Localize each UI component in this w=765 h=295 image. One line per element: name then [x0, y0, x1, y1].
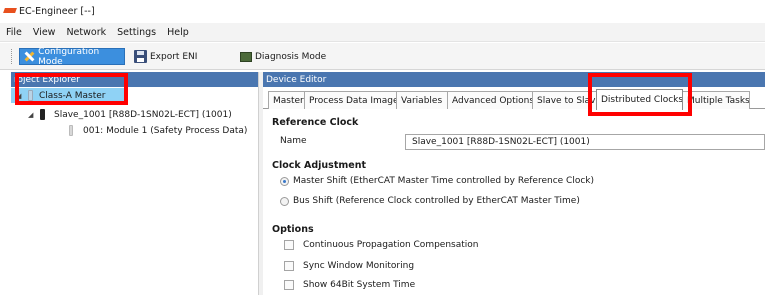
- configuration-tools-icon: [23, 50, 35, 63]
- diagnosis-mode-label: Diagnosis Mode: [255, 51, 327, 62]
- annotation-highlight-master: [15, 73, 128, 105]
- export-eni-button[interactable]: Export ENI: [131, 48, 200, 65]
- tab-multiple-tasks[interactable]: Multiple Tasks: [682, 91, 750, 109]
- menu-network[interactable]: Network: [66, 27, 106, 38]
- slave-node-icon: [40, 109, 45, 120]
- bus-shift-label: Bus Shift (Reference Clock controlled by…: [293, 196, 580, 206]
- distributed-clocks-panel: Reference Clock Name Slave_1001 [R88D-1S…: [263, 110, 765, 295]
- window-title: EC-Engineer [--]: [19, 5, 95, 17]
- module-node-icon: [69, 125, 73, 136]
- checkbox-icon[interactable]: [284, 261, 294, 271]
- diagnosis-mode-button[interactable]: Diagnosis Mode: [237, 48, 329, 65]
- checkbox-icon[interactable]: [284, 280, 294, 290]
- toolbar-grip: [11, 49, 14, 64]
- tree-item-slave-label: Slave_1001 [R88D-1SN02L-ECT] (1001): [54, 109, 232, 120]
- project-tree: ◢ Class-A Master ◢ Slave_1001 [R88D-1SN0…: [11, 88, 258, 295]
- toolbar: Configuration Mode Export ENI Diagnosis …: [0, 43, 765, 70]
- sync-window-label: Sync Window Monitoring: [303, 261, 415, 271]
- tab-variables[interactable]: Variables: [396, 91, 448, 109]
- bus-shift-option[interactable]: Bus Shift (Reference Clock controlled by…: [280, 196, 580, 206]
- configuration-mode-label: Configuration Mode: [38, 46, 100, 67]
- menu-help[interactable]: Help: [167, 27, 189, 38]
- export-eni-label: Export ENI: [150, 51, 198, 62]
- clock-adjustment-heading: Clock Adjustment: [272, 160, 367, 171]
- collapse-arrow-icon[interactable]: ◢: [28, 111, 36, 119]
- name-label: Name: [280, 136, 307, 146]
- continuous-propagation-option[interactable]: Continuous Propagation Compensation: [284, 240, 478, 250]
- diagnosis-monitor-icon: [240, 51, 252, 62]
- menu-settings[interactable]: Settings: [117, 27, 156, 38]
- tree-item-module-label: 001: Module 1 (Safety Process Data): [83, 125, 248, 136]
- checkbox-icon[interactable]: [284, 240, 294, 250]
- sync-window-option[interactable]: Sync Window Monitoring: [284, 261, 414, 271]
- menu-view[interactable]: View: [33, 27, 56, 38]
- title-bar: EC-Engineer [--]: [0, 0, 765, 22]
- show-64bit-option[interactable]: Show 64Bit System Time: [284, 280, 415, 290]
- save-disk-icon: [134, 50, 147, 63]
- continuous-propagation-label: Continuous Propagation Compensation: [303, 240, 479, 250]
- tree-item-module[interactable]: 001: Module 1 (Safety Process Data): [69, 123, 247, 138]
- radio-selected-icon[interactable]: [280, 176, 289, 186]
- master-shift-label: Master Shift (EtherCAT Master Time contr…: [293, 176, 595, 186]
- menu-file[interactable]: File: [6, 27, 22, 38]
- menu-bar: File View Network Settings Help: [0, 23, 765, 42]
- show-64bit-label: Show 64Bit System Time: [303, 280, 416, 290]
- tab-advanced-options[interactable]: Advanced Options: [447, 91, 533, 109]
- app-logo-icon: [4, 7, 16, 15]
- tab-distributed-clocks[interactable]: Distributed Clocks: [596, 89, 683, 110]
- reference-clock-name-field[interactable]: Slave_1001 [R88D-1SN02L-ECT] (1001): [405, 134, 765, 150]
- master-shift-option[interactable]: Master Shift (EtherCAT Master Time contr…: [280, 176, 594, 186]
- reference-clock-heading: Reference Clock: [272, 117, 359, 128]
- tab-master[interactable]: Master: [268, 91, 305, 109]
- tree-item-slave[interactable]: ◢ Slave_1001 [R88D-1SN02L-ECT] (1001): [28, 107, 232, 122]
- configuration-mode-button[interactable]: Configuration Mode: [19, 46, 125, 67]
- options-heading: Options: [272, 224, 314, 235]
- tab-process-data-image[interactable]: Process Data Image: [304, 91, 397, 109]
- radio-unselected-icon[interactable]: [280, 196, 289, 206]
